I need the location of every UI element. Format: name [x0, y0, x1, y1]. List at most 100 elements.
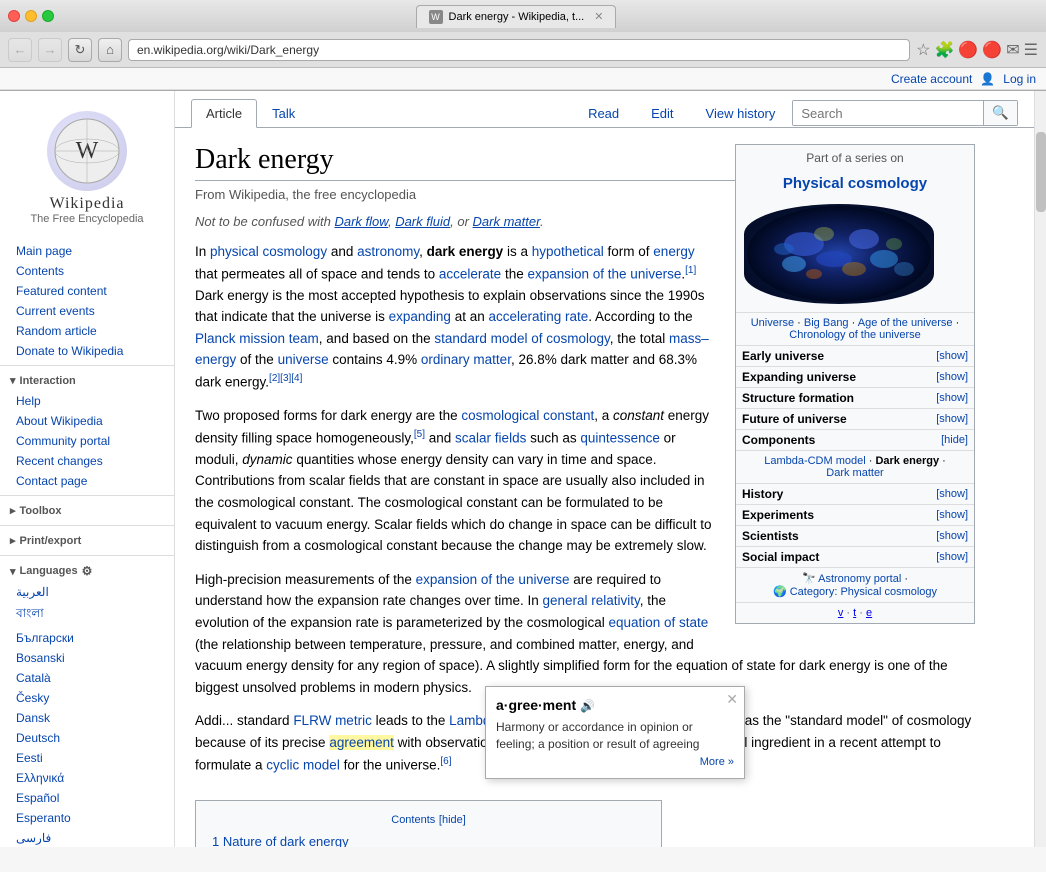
category-link[interactable]: Category: Physical cosmology [790, 586, 937, 598]
scientists-toggle[interactable]: [show] [936, 530, 968, 542]
lang-bg-link[interactable]: Български [16, 630, 158, 646]
current-events-link[interactable]: Current events [16, 303, 158, 319]
lang-eo-link[interactable]: Esperanto [16, 810, 158, 826]
early-universe-toggle[interactable]: [show] [936, 350, 968, 362]
dark-matter-hatnote-link[interactable]: Dark matter [473, 214, 540, 229]
languages-header[interactable]: ▾ Languages ⚙ [0, 560, 174, 582]
bookmark-icon[interactable]: ☆ [916, 40, 930, 60]
future-universe-toggle[interactable]: [show] [936, 413, 968, 425]
dark-fluid-link[interactable]: Dark fluid [395, 214, 450, 229]
lang-settings-icon[interactable]: ⚙ [82, 564, 93, 578]
ref-1[interactable]: [1] [685, 265, 696, 276]
back-button[interactable]: ← [8, 38, 32, 62]
big-bang-link[interactable]: Big Bang [804, 317, 849, 329]
cosmological-constant-link[interactable]: cosmological constant [461, 408, 594, 423]
general-relativity-link[interactable]: general relativity [542, 593, 639, 608]
lang-da-link[interactable]: Dansk [16, 710, 158, 726]
address-input[interactable] [128, 39, 910, 61]
create-account-link[interactable]: Create account [891, 72, 972, 86]
popup-more-link[interactable]: More » [700, 756, 734, 768]
accelerating-rate-link[interactable]: accelerating rate [488, 309, 588, 324]
lang-fa-link[interactable]: فارسی [16, 830, 158, 846]
tab-edit[interactable]: Edit [636, 99, 688, 127]
expansion-link[interactable]: expansion of the universe [527, 266, 681, 281]
expansion-universe-link[interactable]: expansion of the universe [416, 572, 570, 587]
shield-icon[interactable]: 🔴 [958, 40, 978, 60]
dark-flow-link[interactable]: Dark flow [334, 214, 387, 229]
tab-article[interactable]: Article [191, 99, 257, 128]
ref-6[interactable]: [6] [440, 756, 451, 767]
scrollbar-thumb[interactable] [1036, 132, 1046, 212]
experiments-toggle[interactable]: [show] [936, 509, 968, 521]
infobox-v-link[interactable]: v [838, 607, 844, 619]
tab-talk[interactable]: Talk [257, 99, 310, 127]
expanding-link[interactable]: expanding [389, 309, 451, 324]
hypothetical-link[interactable]: hypothetical [532, 244, 604, 259]
popup-close-icon[interactable]: ✕ [726, 691, 738, 708]
agreement-link[interactable]: agreement [329, 735, 394, 750]
dark-matter-link[interactable]: Dark matter [826, 467, 883, 479]
lang-et-link[interactable]: Eesti [16, 750, 158, 766]
play-icon[interactable]: 🔴 [982, 40, 1002, 60]
physical-cosmology-link[interactable]: physical cosmology [210, 244, 327, 259]
about-link[interactable]: About Wikipedia [16, 413, 158, 429]
astronomy-portal-link[interactable]: Astronomy portal [818, 573, 901, 585]
reload-button[interactable]: ↻ [68, 38, 92, 62]
right-scrollbar[interactable] [1034, 91, 1046, 847]
quintessence-link[interactable]: quintessence [580, 430, 660, 445]
planck-link[interactable]: Planck mission team [195, 331, 319, 346]
structure-toggle[interactable]: [show] [936, 392, 968, 404]
lang-arabic-link[interactable]: العربية [16, 584, 158, 600]
toolbox-header[interactable]: ▸ Toolbox [0, 500, 174, 521]
main-page-link[interactable]: Main page [16, 243, 158, 259]
help-link[interactable]: Help [16, 393, 158, 409]
search-input[interactable] [793, 101, 983, 125]
history-toggle[interactable]: [show] [936, 488, 968, 500]
close-button[interactable] [8, 10, 20, 22]
infobox-t-link[interactable]: t [853, 607, 856, 619]
popup-sound-icon[interactable]: 🔊 [580, 699, 595, 713]
community-link[interactable]: Community portal [16, 433, 158, 449]
scalar-fields-link[interactable]: scalar fields [455, 430, 526, 445]
tab-close-icon[interactable]: ✕ [594, 10, 603, 23]
social-toggle[interactable]: [show] [936, 551, 968, 563]
extension-icon[interactable]: 🧩 [934, 40, 954, 60]
accelerate-link[interactable]: accelerate [439, 266, 501, 281]
chronology-link[interactable]: Chronology of the universe [789, 329, 920, 341]
lang-cs-link[interactable]: Česky [16, 690, 158, 706]
equation-state-link[interactable]: equation of state [608, 615, 708, 630]
flrw-link[interactable]: FLRW metric [293, 713, 372, 728]
lambda-cdm-link[interactable]: Lambda-CDM model [764, 455, 865, 467]
cyclic-model-link[interactable]: cyclic model [266, 757, 340, 772]
login-link[interactable]: Log in [1003, 72, 1036, 86]
lang-ca-link[interactable]: Català [16, 670, 158, 686]
forward-button[interactable]: → [38, 38, 62, 62]
lang-bengali-link[interactable]: বাংলা [16, 604, 158, 626]
components-toggle[interactable]: [hide] [941, 434, 968, 446]
expanding-universe-toggle[interactable]: [show] [936, 371, 968, 383]
tab-history[interactable]: View history [691, 99, 791, 127]
mail-icon[interactable]: ✉ [1006, 40, 1019, 60]
ref-5[interactable]: [5] [414, 429, 425, 440]
contents-hide-btn[interactable]: [hide] [439, 814, 466, 826]
featured-link[interactable]: Featured content [16, 283, 158, 299]
contact-link[interactable]: Contact page [16, 473, 158, 489]
age-universe-link[interactable]: Age of the universe [858, 317, 953, 329]
ref-2[interactable]: [2][3][4] [269, 373, 302, 384]
browser-tab[interactable]: W Dark energy - Wikipedia, t... ✕ [416, 5, 617, 28]
lang-bs-link[interactable]: Bosanski [16, 650, 158, 666]
search-button[interactable]: 🔍 [983, 101, 1017, 125]
universe-link[interactable]: Universe [751, 317, 794, 329]
interaction-header[interactable]: ▾ Interaction [0, 370, 174, 391]
astronomy-link[interactable]: astronomy [357, 244, 419, 259]
recent-changes-link[interactable]: Recent changes [16, 453, 158, 469]
random-article-link[interactable]: Random article [16, 323, 158, 339]
lang-el-link[interactable]: Ελληνικά [16, 770, 158, 786]
infobox-e-link[interactable]: e [866, 607, 872, 619]
minimize-button[interactable] [25, 10, 37, 22]
energy-link[interactable]: energy [653, 244, 694, 259]
contents-link[interactable]: Contents [16, 263, 158, 279]
print-header[interactable]: ▸ Print/export [0, 530, 174, 551]
lang-es-link[interactable]: Español [16, 790, 158, 806]
settings-icon[interactable]: ☰ [1024, 40, 1038, 60]
